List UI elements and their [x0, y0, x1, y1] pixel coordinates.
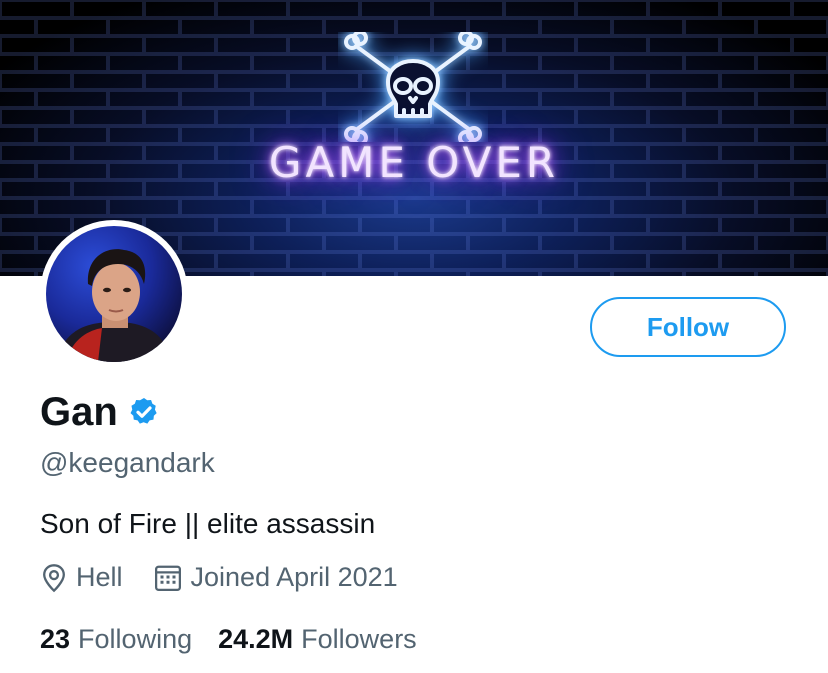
followers-label: Followers — [301, 624, 417, 654]
following-label: Following — [78, 624, 193, 654]
location: Hell — [40, 562, 123, 593]
joined-text: Joined April 2021 — [190, 562, 398, 592]
join-date: Joined April 2021 — [153, 562, 398, 593]
following-count: 23 — [40, 624, 71, 654]
followers-count: 24.2M — [218, 624, 294, 654]
handle: @keegandark — [40, 447, 215, 478]
verified-badge-icon — [130, 398, 157, 424]
calendar-icon — [154, 565, 181, 591]
avatar[interactable] — [40, 220, 188, 368]
name-row: Gan — [40, 388, 160, 436]
banner-text: GAME OVER — [268, 138, 560, 187]
location-text: Hell — [76, 562, 123, 592]
skull-crossbones-icon — [344, 32, 482, 142]
display-name: Gan — [40, 390, 118, 434]
profile-meta: Hell Joined April 2021 — [40, 562, 398, 593]
follow-button[interactable]: Follow — [590, 297, 786, 357]
followers-link[interactable]: 24.2M Followers — [218, 624, 417, 655]
profile-photo — [46, 226, 182, 362]
bio: Son of Fire || elite assassin — [40, 508, 376, 539]
follow-stats: 23 Following 24.2M Followers — [40, 624, 417, 655]
location-pin-icon — [43, 563, 65, 592]
following-link[interactable]: 23 Following — [40, 624, 192, 655]
